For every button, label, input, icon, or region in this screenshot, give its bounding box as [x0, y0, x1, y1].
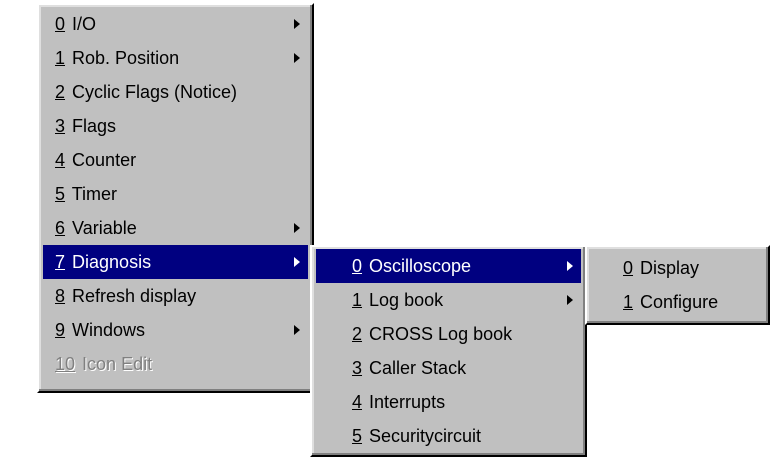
- main-menu: 0 I/O 1 Rob. Position 2 Cyclic Flags (No…: [37, 3, 314, 393]
- menu-item-rob-position[interactable]: 1 Rob. Position: [43, 41, 308, 75]
- menu-item-cyclic-flags[interactable]: 2 Cyclic Flags (Notice): [43, 75, 308, 109]
- submenu-arrow-icon: [294, 223, 300, 233]
- submenu-arrow-icon: [567, 295, 573, 305]
- menu-item-configure[interactable]: 1 Configure: [591, 285, 764, 319]
- menu-item-refresh-display[interactable]: 8 Refresh display: [43, 279, 308, 313]
- submenu-arrow-icon: [294, 257, 300, 267]
- menu-item-caller-stack[interactable]: 3 Caller Stack: [316, 351, 581, 385]
- menu-item-securitycircuit[interactable]: 5 Securitycircuit: [316, 419, 581, 453]
- submenu-arrow-icon: [567, 261, 573, 271]
- menu-item-icon-edit[interactable]: 10 Icon Edit: [43, 347, 308, 381]
- menu-item-io[interactable]: 0 I/O: [43, 7, 308, 41]
- menu-item-display[interactable]: 0 Display: [591, 251, 764, 285]
- menu-item-timer[interactable]: 5 Timer: [43, 177, 308, 211]
- menu-item-diagnosis[interactable]: 7 Diagnosis: [43, 245, 308, 279]
- diagnosis-submenu: 0 Oscilloscope 1 Log book 2 CROSS Log bo…: [310, 245, 587, 457]
- menu-item-cross-log-book[interactable]: 2 CROSS Log book: [316, 317, 581, 351]
- menu-item-flags[interactable]: 3 Flags: [43, 109, 308, 143]
- oscilloscope-submenu: 0 Display 1 Configure: [585, 245, 770, 325]
- menu-item-log-book[interactable]: 1 Log book: [316, 283, 581, 317]
- menu-item-interrupts[interactable]: 4 Interrupts: [316, 385, 581, 419]
- submenu-arrow-icon: [294, 53, 300, 63]
- menu-item-windows[interactable]: 9 Windows: [43, 313, 308, 347]
- menu-item-oscilloscope[interactable]: 0 Oscilloscope: [316, 249, 581, 283]
- submenu-arrow-icon: [294, 19, 300, 29]
- menu-item-counter[interactable]: 4 Counter: [43, 143, 308, 177]
- submenu-arrow-icon: [294, 325, 300, 335]
- menu-item-variable[interactable]: 6 Variable: [43, 211, 308, 245]
